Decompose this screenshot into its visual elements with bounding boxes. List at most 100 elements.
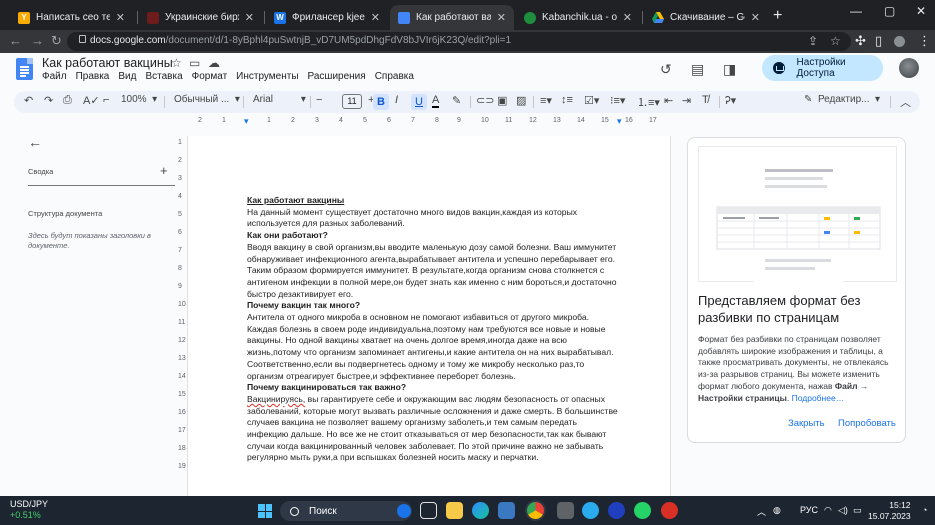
docs-logo-icon[interactable] <box>16 58 33 80</box>
add-summary-plus-icon[interactable]: + <box>160 163 168 178</box>
text-color-icon[interactable]: A <box>432 94 440 108</box>
volume-icon[interactable]: ◁) <box>838 505 848 516</box>
learn-more-link[interactable]: Подробнее… <box>792 393 845 403</box>
font-size-input[interactable]: 11 <box>342 94 362 109</box>
bulleted-list-icon[interactable]: ⁝≡▾ <box>610 94 625 107</box>
telegram-icon[interactable] <box>582 502 599 519</box>
window-close-icon[interactable]: ✕ <box>916 4 926 18</box>
close-outline-arrow-icon[interactable]: ← <box>28 134 42 150</box>
decrease-indent-icon[interactable]: ⇤ <box>664 94 673 107</box>
numbered-list-icon[interactable]: ⒈≡▾ <box>637 94 660 110</box>
maximize-icon[interactable]: ▢ <box>884 4 895 18</box>
input-language[interactable]: РУС <box>800 505 818 515</box>
increase-indent-icon[interactable]: ⇥ <box>682 94 691 107</box>
close-icon[interactable]: ✕ <box>497 11 506 24</box>
cloud-saved-icon[interactable]: ☁ <box>208 56 220 70</box>
currency-widget[interactable]: USD/JPY +0.51% <box>10 499 48 521</box>
document-title[interactable]: Как работают вакцины <box>42 56 173 70</box>
right-indent-marker-icon[interactable]: ▾ <box>617 116 622 127</box>
paint-format-icon[interactable]: ⌐ <box>103 94 109 106</box>
file-explorer-icon[interactable] <box>446 502 463 519</box>
bold-icon[interactable]: B <box>373 94 389 110</box>
menu-insert[interactable]: Вставка <box>145 71 182 82</box>
horizontal-ruler[interactable]: 2 1 ▾ 1 2 3 4 5 6 7 8 9 10 11 12 13 14 1… <box>187 116 672 127</box>
input-tools-icon[interactable]: Ꭾ▾ <box>725 94 736 108</box>
browser-tab-active[interactable]: Как работают вакцины - ✕ <box>390 5 514 30</box>
document-page[interactable]: Как работают вакцины На данный момент су… <box>187 136 671 496</box>
browser-tab[interactable]: Kabanchik.ua - онлайн-се ✕ <box>516 5 640 30</box>
menu-extensions[interactable]: Расширения <box>308 71 366 82</box>
zoom-app-icon[interactable] <box>608 502 625 519</box>
add-comment-icon[interactable]: ▣ <box>497 94 507 107</box>
notifications-icon[interactable]: ◔ <box>922 505 927 515</box>
menu-edit[interactable]: Правка <box>76 71 110 82</box>
menu-view[interactable]: Вид <box>118 71 136 82</box>
share-button[interactable]: Настройки Доступа <box>762 55 883 81</box>
browser-tab[interactable]: Украинские биржи копир ✕ <box>139 5 262 30</box>
wifi-icon[interactable]: ◠ <box>824 505 832 516</box>
comments-icon[interactable]: ▤ <box>691 61 704 78</box>
paragraph-style-select[interactable]: Обычный ... ▾ <box>174 94 240 105</box>
reload-icon[interactable]: ↻ <box>51 33 62 49</box>
line-spacing-icon[interactable]: ↕≡ <box>561 94 573 106</box>
address-bar[interactable]: docs.google.com/document/d/1-8yBphl4puSw… <box>67 32 851 51</box>
close-icon[interactable]: ✕ <box>371 11 380 24</box>
meet-camera-icon[interactable]: ◨ <box>723 61 736 78</box>
menu-format[interactable]: Формат <box>192 71 228 82</box>
document-body[interactable]: Как работают вакцины На данный момент су… <box>247 195 619 464</box>
minimize-icon[interactable]: — <box>850 4 862 18</box>
yandex-browser-icon[interactable] <box>661 502 678 519</box>
clear-formatting-icon[interactable]: T̸ <box>702 94 709 106</box>
link-icon[interactable]: ⊂⊃ <box>476 94 494 107</box>
browser-tab[interactable]: Y Написать сео текст на рус ✕ <box>10 5 133 30</box>
menu-help[interactable]: Справка <box>375 71 414 82</box>
whatsapp-icon[interactable] <box>634 502 651 519</box>
editing-mode-select[interactable]: ✎ Редактир... ▾ <box>804 94 880 105</box>
close-icon[interactable]: ✕ <box>751 11 760 24</box>
system-clock[interactable]: 15:12 15.07.2023 <box>868 500 911 522</box>
checklist-icon[interactable]: ☑▾ <box>584 94 599 107</box>
hide-menus-chevron-up-icon[interactable]: ︿ <box>900 94 911 110</box>
close-icon[interactable]: ✕ <box>623 11 632 24</box>
zoom-select[interactable]: 100% ▾ <box>121 94 157 105</box>
undo-icon[interactable]: ↶ <box>24 94 33 107</box>
profile-avatar-icon[interactable] <box>894 36 905 47</box>
extensions-puzzle-icon[interactable]: ✣ <box>855 33 866 49</box>
misspelled-word[interactable]: Вакцинируясь, <box>247 394 305 404</box>
underline-icon[interactable]: U <box>411 94 427 110</box>
close-promo-button[interactable]: Закрыть <box>788 418 825 429</box>
close-icon[interactable]: ✕ <box>245 11 254 24</box>
account-avatar[interactable] <box>899 58 919 78</box>
microsoft-store-icon[interactable] <box>498 502 515 519</box>
new-tab-plus-icon[interactable]: + <box>773 7 782 25</box>
battery-icon[interactable]: ▭ <box>853 505 862 516</box>
spellcheck-icon[interactable]: A✓ <box>83 94 100 107</box>
tray-overflow-chevron-icon[interactable]: ︿ <box>757 505 766 518</box>
align-icon[interactable]: ≡▾ <box>540 94 552 107</box>
print-icon[interactable]: ⎙ <box>63 94 72 107</box>
insert-image-icon[interactable]: ▨ <box>516 94 526 107</box>
share-page-icon[interactable]: ⇪ <box>808 34 818 48</box>
tray-app-icon[interactable]: ◍ <box>773 505 781 516</box>
browser-tab[interactable]: W Фрилансер kjeero | бирж ✕ <box>266 5 388 30</box>
menu-file[interactable]: Файл <box>42 71 67 82</box>
move-folder-icon[interactable]: ▭ <box>189 56 200 70</box>
chrome-icon[interactable] <box>527 502 544 519</box>
browser-tab[interactable]: Скачивание – Google Дис ✕ <box>644 5 768 30</box>
indent-marker-icon[interactable]: ▾ <box>244 116 249 127</box>
try-pageless-button[interactable]: Попробовать <box>838 418 896 429</box>
version-history-icon[interactable]: ↺ <box>660 61 672 78</box>
font-select[interactable]: Arial ▾ <box>253 94 306 105</box>
browser-menu-icon[interactable]: ⋮ <box>918 33 931 49</box>
close-icon[interactable]: ✕ <box>116 11 125 24</box>
menu-tools[interactable]: Инструменты <box>236 71 298 82</box>
taskbar-search[interactable]: Поиск <box>280 501 412 521</box>
italic-icon[interactable]: I <box>395 94 398 106</box>
redo-icon[interactable]: ↷ <box>44 94 53 107</box>
windows-start-icon[interactable] <box>258 504 272 518</box>
app-icon[interactable] <box>557 502 574 519</box>
back-arrow-icon[interactable]: ← <box>9 33 22 48</box>
vertical-ruler[interactable]: 1 2 3 4 5 6 7 8 9 10 11 12 13 14 15 16 1… <box>178 139 187 489</box>
decrease-font-icon[interactable]: − <box>316 94 322 106</box>
task-view-icon[interactable] <box>420 502 437 519</box>
